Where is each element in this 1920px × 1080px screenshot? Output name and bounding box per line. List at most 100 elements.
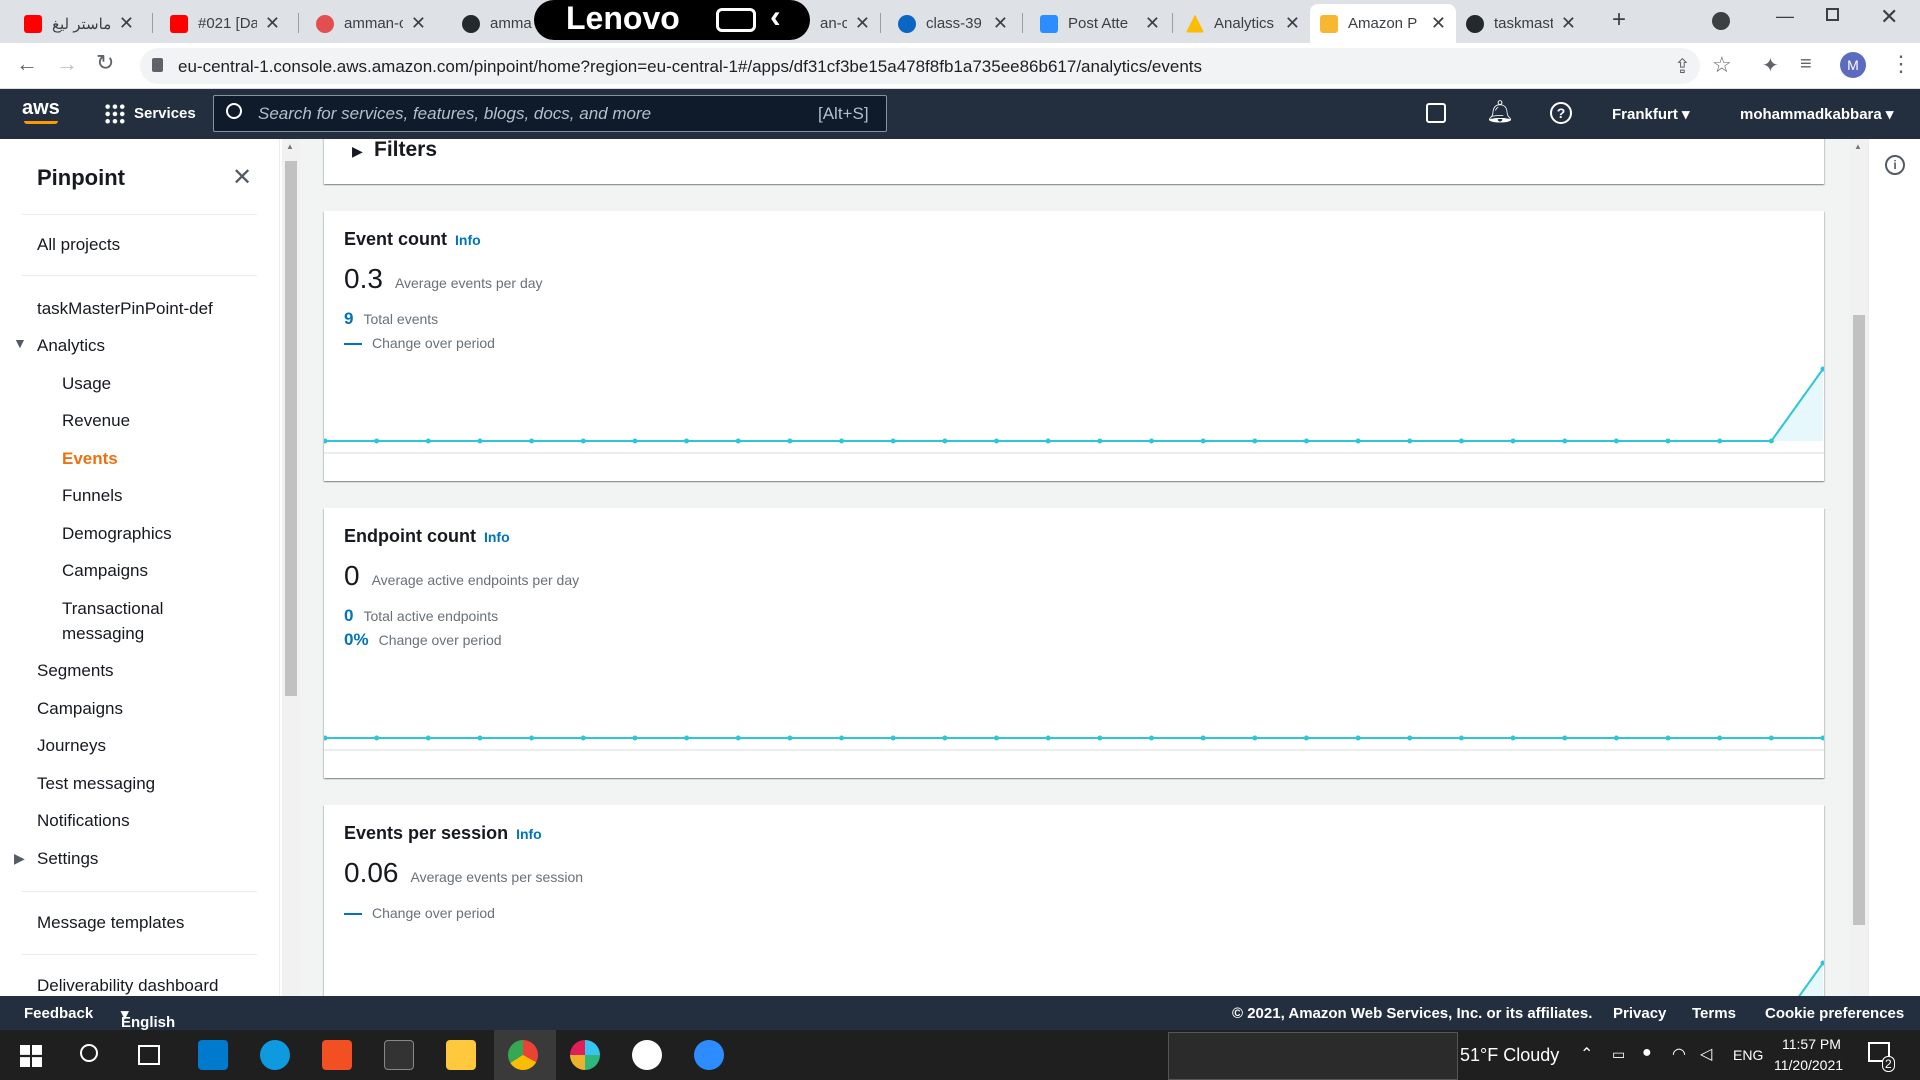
sidebar-item-transactional-messaging[interactable]: messaging: [62, 624, 144, 644]
sidebar-item-message-templates[interactable]: Message templates: [37, 913, 184, 933]
filters-toggle[interactable]: Filters: [374, 139, 437, 162]
sidebar-item-revenue[interactable]: Revenue: [62, 411, 130, 431]
mic-icon[interactable]: ●: [1642, 1044, 1652, 1062]
tab-close-icon[interactable]: ✕: [1431, 13, 1446, 34]
zoom-icon[interactable]: [694, 1040, 724, 1070]
extensions-icon[interactable]: ✦: [1762, 53, 1779, 78]
back-icon[interactable]: ←: [16, 51, 38, 77]
browser-tab[interactable]: ammar: [452, 4, 542, 43]
browser-tab[interactable]: amman-c ✕: [306, 4, 436, 43]
language-indicator[interactable]: ENG: [1733, 1047, 1763, 1063]
weather-widget[interactable]: 51°F Cloudy: [1460, 1045, 1559, 1066]
sidebar-item-project[interactable]: taskMasterPinPoint-def: [37, 299, 213, 319]
tray-chevron-icon[interactable]: ⌃: [1580, 1044, 1593, 1064]
main-scrollbar-thumb[interactable]: [1853, 315, 1865, 925]
language-selector[interactable]: English (US) ▾: [121, 1005, 175, 1048]
close-window-icon[interactable]: ✕: [1880, 4, 1898, 30]
task-view-icon[interactable]: [138, 1045, 160, 1065]
battery-icon[interactable]: ▭: [1612, 1046, 1625, 1063]
cookie-preferences-link[interactable]: Cookie preferences: [1765, 1005, 1904, 1022]
sidebar-item-campaigns[interactable]: Campaigns: [37, 699, 123, 719]
reading-list-icon[interactable]: ≡: [1800, 53, 1812, 76]
browser-tab[interactable]: taskmaste ✕: [1456, 4, 1586, 43]
reload-icon[interactable]: ↻: [96, 50, 114, 76]
main-scrollbar[interactable]: ▲: [1850, 139, 1868, 996]
scroll-up-icon[interactable]: ▲: [1854, 142, 1862, 151]
star-icon[interactable]: ☆: [1712, 52, 1732, 78]
restore-icon[interactable]: [1826, 8, 1839, 21]
tab-close-icon[interactable]: ✕: [1145, 13, 1160, 34]
sidebar-item-analytics[interactable]: Analytics: [37, 336, 105, 356]
profile-avatar[interactable]: M: [1840, 52, 1866, 78]
windows-start-icon[interactable]: [20, 1045, 42, 1067]
browser-tab[interactable]: Post Atte ✕: [1030, 4, 1170, 43]
aws-logo[interactable]: aws: [22, 97, 60, 120]
tab-search-icon[interactable]: [1712, 12, 1730, 30]
sidebar-item-analytics-campaigns[interactable]: Campaigns: [62, 561, 148, 581]
feedback-link[interactable]: Feedback: [24, 1005, 93, 1022]
sidebar-item-segments[interactable]: Segments: [37, 661, 114, 681]
chrome-icon[interactable]: [508, 1040, 538, 1070]
menu-icon[interactable]: ⋮: [1890, 51, 1912, 77]
browser-tab[interactable]: class-39 - ✕: [888, 4, 1018, 43]
file-explorer-icon[interactable]: [446, 1040, 476, 1070]
terminal-icon[interactable]: [384, 1040, 414, 1070]
sidebar-item-demographics[interactable]: Demographics: [62, 524, 172, 544]
share-icon[interactable]: ⇪: [1674, 54, 1691, 79]
scroll-up-icon[interactable]: ▲: [286, 142, 294, 151]
sidebar-item-transactional[interactable]: Transactional: [62, 599, 163, 619]
help-icon[interactable]: ?: [1550, 102, 1572, 124]
browser-tab-active[interactable]: Amazon P ✕: [1310, 4, 1456, 43]
info-link[interactable]: Info: [516, 826, 542, 842]
sidebar-item-journeys[interactable]: Journeys: [37, 736, 106, 756]
grid-icon[interactable]: [104, 103, 126, 125]
store-icon[interactable]: [322, 1040, 352, 1070]
browser-tab[interactable]: ماستر ليغ ✕: [14, 4, 144, 43]
wifi-icon[interactable]: ◠: [1672, 1044, 1686, 1064]
address-bar[interactable]: eu-central-1.console.aws.amazon.com/pinp…: [140, 48, 1732, 84]
close-icon[interactable]: ✕: [232, 163, 252, 192]
info-link[interactable]: Info: [455, 232, 481, 248]
caret-right-icon[interactable]: ▶: [352, 143, 363, 160]
sidebar-item-funnels[interactable]: Funnels: [62, 486, 122, 506]
browser-tab[interactable]: an-c ✕: [810, 4, 880, 43]
cloudshell-icon[interactable]: [1426, 103, 1446, 123]
account-menu[interactable]: mohammadkabbara ▾: [1740, 105, 1893, 123]
info-link[interactable]: Info: [484, 529, 510, 545]
vscode-icon[interactable]: [198, 1040, 228, 1070]
region-selector[interactable]: Frankfurt ▾: [1612, 105, 1690, 123]
slack-icon[interactable]: [570, 1040, 600, 1070]
services-menu[interactable]: Services: [134, 105, 196, 122]
clock-time[interactable]: 11:57 PM: [1782, 1036, 1841, 1052]
caret-down-icon[interactable]: ▼: [13, 335, 27, 351]
sidebar-scrollbar-thumb[interactable]: [285, 161, 297, 696]
sidebar-item-settings[interactable]: Settings: [37, 849, 98, 869]
tab-close-icon[interactable]: ✕: [993, 13, 1008, 34]
clock-date[interactable]: 11/20/2021: [1774, 1057, 1843, 1073]
window-thumbnail[interactable]: [1168, 1032, 1458, 1080]
sidebar-item-deliverability[interactable]: Deliverability dashboard: [37, 976, 218, 996]
sidebar-item-notifications[interactable]: Notifications: [37, 811, 130, 831]
search-icon[interactable]: [80, 1044, 98, 1062]
browser-tab[interactable]: Analytics ✕: [1176, 4, 1310, 43]
sidebar-item-test-messaging[interactable]: Test messaging: [37, 774, 155, 794]
forward-icon[interactable]: →: [56, 51, 78, 77]
edge-icon[interactable]: [260, 1040, 290, 1070]
tab-close-icon[interactable]: ✕: [119, 13, 134, 34]
bell-icon[interactable]: 🔔︎: [1486, 99, 1514, 125]
tab-close-icon[interactable]: ✕: [411, 13, 426, 34]
terms-link[interactable]: Terms: [1692, 1005, 1736, 1022]
new-tab-icon[interactable]: +: [1612, 6, 1626, 34]
sidebar-scrollbar[interactable]: ▲: [282, 139, 300, 996]
sidebar-item-events[interactable]: Events: [62, 449, 118, 469]
minimize-icon[interactable]: —: [1776, 6, 1794, 27]
sidebar-item-all-projects[interactable]: All projects: [37, 235, 120, 255]
tab-close-icon[interactable]: ✕: [1285, 13, 1300, 34]
search-input[interactable]: Search for services, features, blogs, do…: [213, 95, 887, 132]
volume-icon[interactable]: ◁: [1700, 1044, 1712, 1064]
tab-close-icon[interactable]: ✕: [265, 13, 280, 34]
privacy-link[interactable]: Privacy: [1613, 1005, 1666, 1022]
tab-close-icon[interactable]: ✕: [1561, 13, 1576, 34]
info-icon[interactable]: i: [1885, 155, 1905, 175]
app-icon[interactable]: [632, 1040, 662, 1070]
